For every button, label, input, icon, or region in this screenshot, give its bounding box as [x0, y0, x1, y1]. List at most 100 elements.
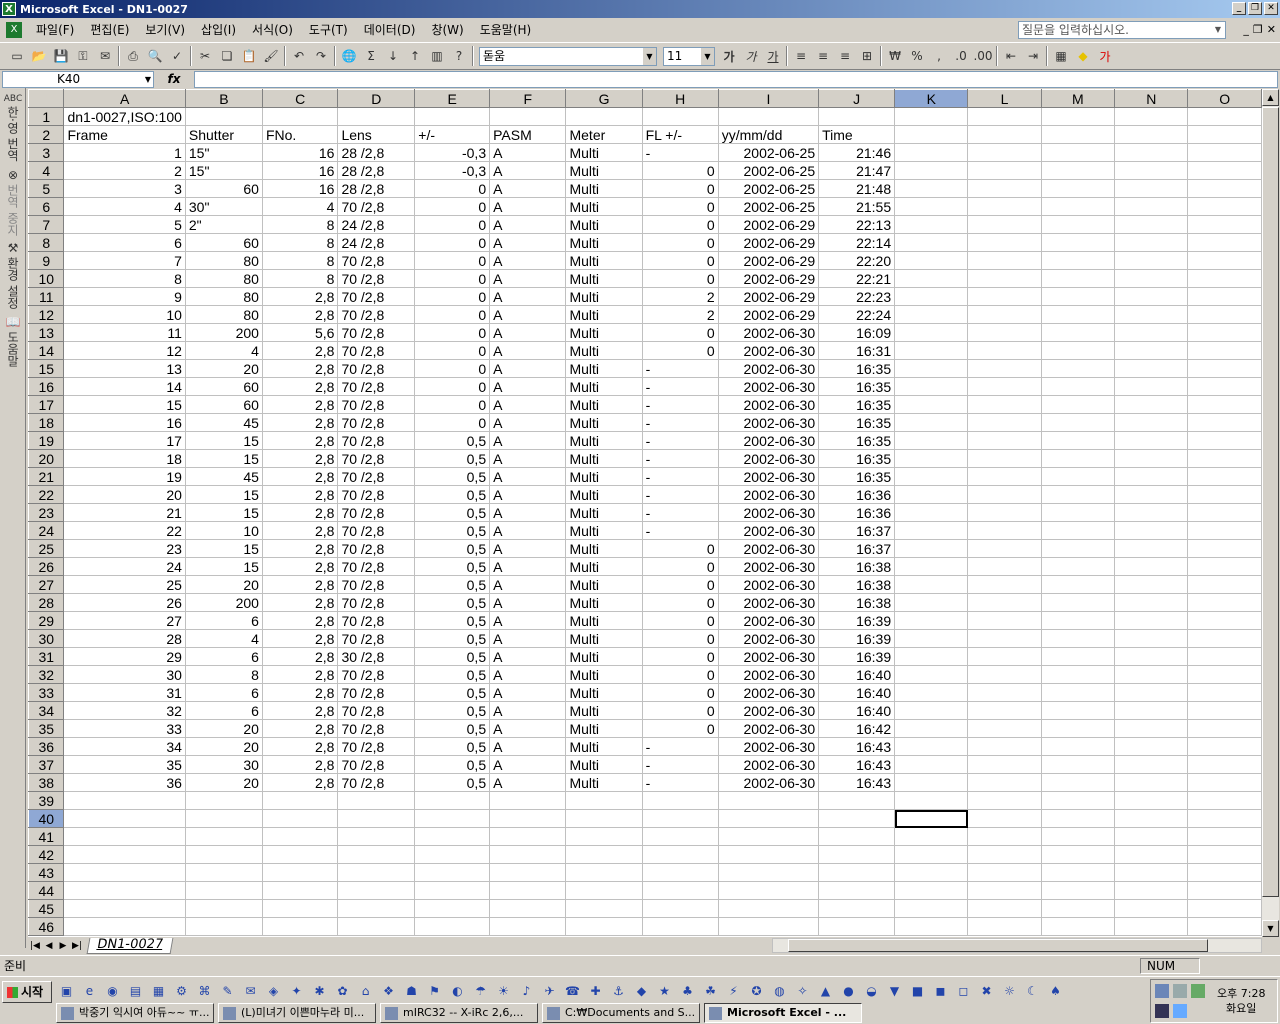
- cell-M3[interactable]: [1040, 143, 1116, 162]
- cell-C5[interactable]: 16: [261, 179, 339, 198]
- cell-M15[interactable]: [1040, 359, 1116, 378]
- cell-H20[interactable]: -: [641, 449, 719, 468]
- row-header[interactable]: 11: [28, 287, 65, 306]
- cell-F38[interactable]: A: [489, 773, 567, 792]
- app-icon[interactable]: ☀: [493, 981, 514, 1001]
- cell-O34[interactable]: [1187, 701, 1262, 720]
- app-icon[interactable]: ☎: [562, 981, 583, 1001]
- column-header-k[interactable]: K: [894, 89, 969, 108]
- cell-F42[interactable]: [489, 845, 567, 864]
- app-icon[interactable]: ✖: [976, 981, 997, 1001]
- cell-J46[interactable]: [818, 917, 896, 936]
- cell-B25[interactable]: 15: [184, 539, 263, 558]
- cell-I9[interactable]: 2002-06-29: [717, 251, 820, 270]
- save-icon[interactable]: 💾: [50, 45, 72, 67]
- cell-D9[interactable]: 70 /2,8: [337, 251, 416, 270]
- cell-E24[interactable]: 0,5: [414, 521, 491, 540]
- cell-E16[interactable]: 0: [414, 377, 491, 396]
- cell-M31[interactable]: [1040, 647, 1116, 666]
- cell-O21[interactable]: [1187, 467, 1262, 486]
- cell-F13[interactable]: A: [489, 323, 567, 342]
- cell-O24[interactable]: [1187, 521, 1262, 540]
- menu-file[interactable]: 파일(F): [28, 20, 82, 40]
- cell-K36[interactable]: [894, 737, 969, 756]
- cell-M40[interactable]: [1040, 809, 1116, 828]
- app-icon[interactable]: ❖: [378, 981, 399, 1001]
- cell-D3[interactable]: 28 /2,8: [337, 143, 416, 162]
- menu-tools[interactable]: 도구(T): [301, 20, 356, 40]
- cell-J22[interactable]: 16:36: [818, 485, 896, 504]
- cell-L27[interactable]: [967, 575, 1042, 594]
- currency-icon[interactable]: ₩: [884, 45, 906, 67]
- font-size-combo[interactable]: 11 ▼: [663, 46, 715, 66]
- cell-H42[interactable]: [641, 845, 719, 864]
- first-sheet-icon[interactable]: |◀: [28, 941, 42, 951]
- cell-N31[interactable]: [1114, 647, 1189, 666]
- cell-G12[interactable]: Multi: [565, 305, 643, 324]
- cell-L43[interactable]: [967, 863, 1042, 882]
- cell-L20[interactable]: [967, 449, 1042, 468]
- cell-F23[interactable]: A: [489, 503, 567, 522]
- cell-L16[interactable]: [967, 377, 1042, 396]
- redo-icon[interactable]: ↷: [310, 45, 332, 67]
- cell-D24[interactable]: 70 /2,8: [337, 521, 416, 540]
- row-header[interactable]: 39: [28, 791, 65, 810]
- row-header[interactable]: 21: [28, 467, 65, 486]
- cell-H41[interactable]: [641, 827, 719, 846]
- cell-F37[interactable]: A: [489, 755, 567, 774]
- cell-G38[interactable]: Multi: [565, 773, 643, 792]
- increase-decimal-icon[interactable]: .0: [950, 45, 972, 67]
- cell-O17[interactable]: [1187, 395, 1262, 414]
- row-header[interactable]: 25: [28, 539, 65, 558]
- cell-L4[interactable]: [967, 161, 1042, 180]
- cell-J4[interactable]: 21:47: [818, 161, 896, 180]
- cell-E40[interactable]: [414, 809, 491, 828]
- cell-N21[interactable]: [1114, 467, 1189, 486]
- task-button[interactable]: (L)미녀기 이쁜마누라 미...: [218, 1003, 376, 1023]
- cell-M27[interactable]: [1040, 575, 1116, 594]
- cell-C21[interactable]: 2,8: [261, 467, 339, 486]
- cell-I37[interactable]: 2002-06-30: [717, 755, 820, 774]
- cell-H37[interactable]: -: [641, 755, 719, 774]
- cell-B39[interactable]: [184, 791, 263, 810]
- app-icon[interactable]: ☂: [470, 981, 491, 1001]
- cell-A3[interactable]: 1: [63, 143, 186, 162]
- cell-M42[interactable]: [1040, 845, 1116, 864]
- cell-I41[interactable]: [717, 827, 820, 846]
- cell-O20[interactable]: [1187, 449, 1262, 468]
- cell-J10[interactable]: 22:21: [818, 269, 896, 288]
- cell-J16[interactable]: 16:35: [818, 377, 896, 396]
- row-header[interactable]: 7: [28, 215, 65, 234]
- cell-E18[interactable]: 0: [414, 413, 491, 432]
- cell-D8[interactable]: 24 /2,8: [337, 233, 416, 252]
- cell-J45[interactable]: [818, 899, 896, 918]
- cell-B22[interactable]: 15: [184, 485, 263, 504]
- cell-C40[interactable]: [261, 809, 339, 828]
- cell-C44[interactable]: [261, 881, 339, 900]
- cell-D41[interactable]: [337, 827, 416, 846]
- cell-D4[interactable]: 28 /2,8: [337, 161, 416, 180]
- horizontal-scrollbar[interactable]: [772, 938, 1262, 953]
- cell-K25[interactable]: [894, 539, 969, 558]
- cell-A41[interactable]: [63, 827, 186, 846]
- cell-I31[interactable]: 2002-06-30: [717, 647, 820, 666]
- app-icon[interactable]: ☼: [999, 981, 1020, 1001]
- doc-close-button[interactable]: ✕: [1267, 23, 1276, 36]
- cell-N22[interactable]: [1114, 485, 1189, 504]
- row-header[interactable]: 3: [28, 143, 65, 162]
- cell-G20[interactable]: Multi: [565, 449, 643, 468]
- cell-C13[interactable]: 5,6: [261, 323, 339, 342]
- cell-A26[interactable]: 24: [63, 557, 186, 576]
- cell-K1[interactable]: [894, 107, 969, 126]
- cell-C29[interactable]: 2,8: [261, 611, 339, 630]
- cell-E19[interactable]: 0,5: [414, 431, 491, 450]
- cell-J13[interactable]: 16:09: [818, 323, 896, 342]
- cell-D43[interactable]: [337, 863, 416, 882]
- cell-J1[interactable]: [818, 107, 896, 126]
- cell-N23[interactable]: [1114, 503, 1189, 522]
- cell-J14[interactable]: 16:31: [818, 341, 896, 360]
- align-right-icon[interactable]: ≡: [834, 45, 856, 67]
- insert-function-icon[interactable]: fx: [154, 72, 194, 86]
- cell-E32[interactable]: 0,5: [414, 665, 491, 684]
- cell-C43[interactable]: [261, 863, 339, 882]
